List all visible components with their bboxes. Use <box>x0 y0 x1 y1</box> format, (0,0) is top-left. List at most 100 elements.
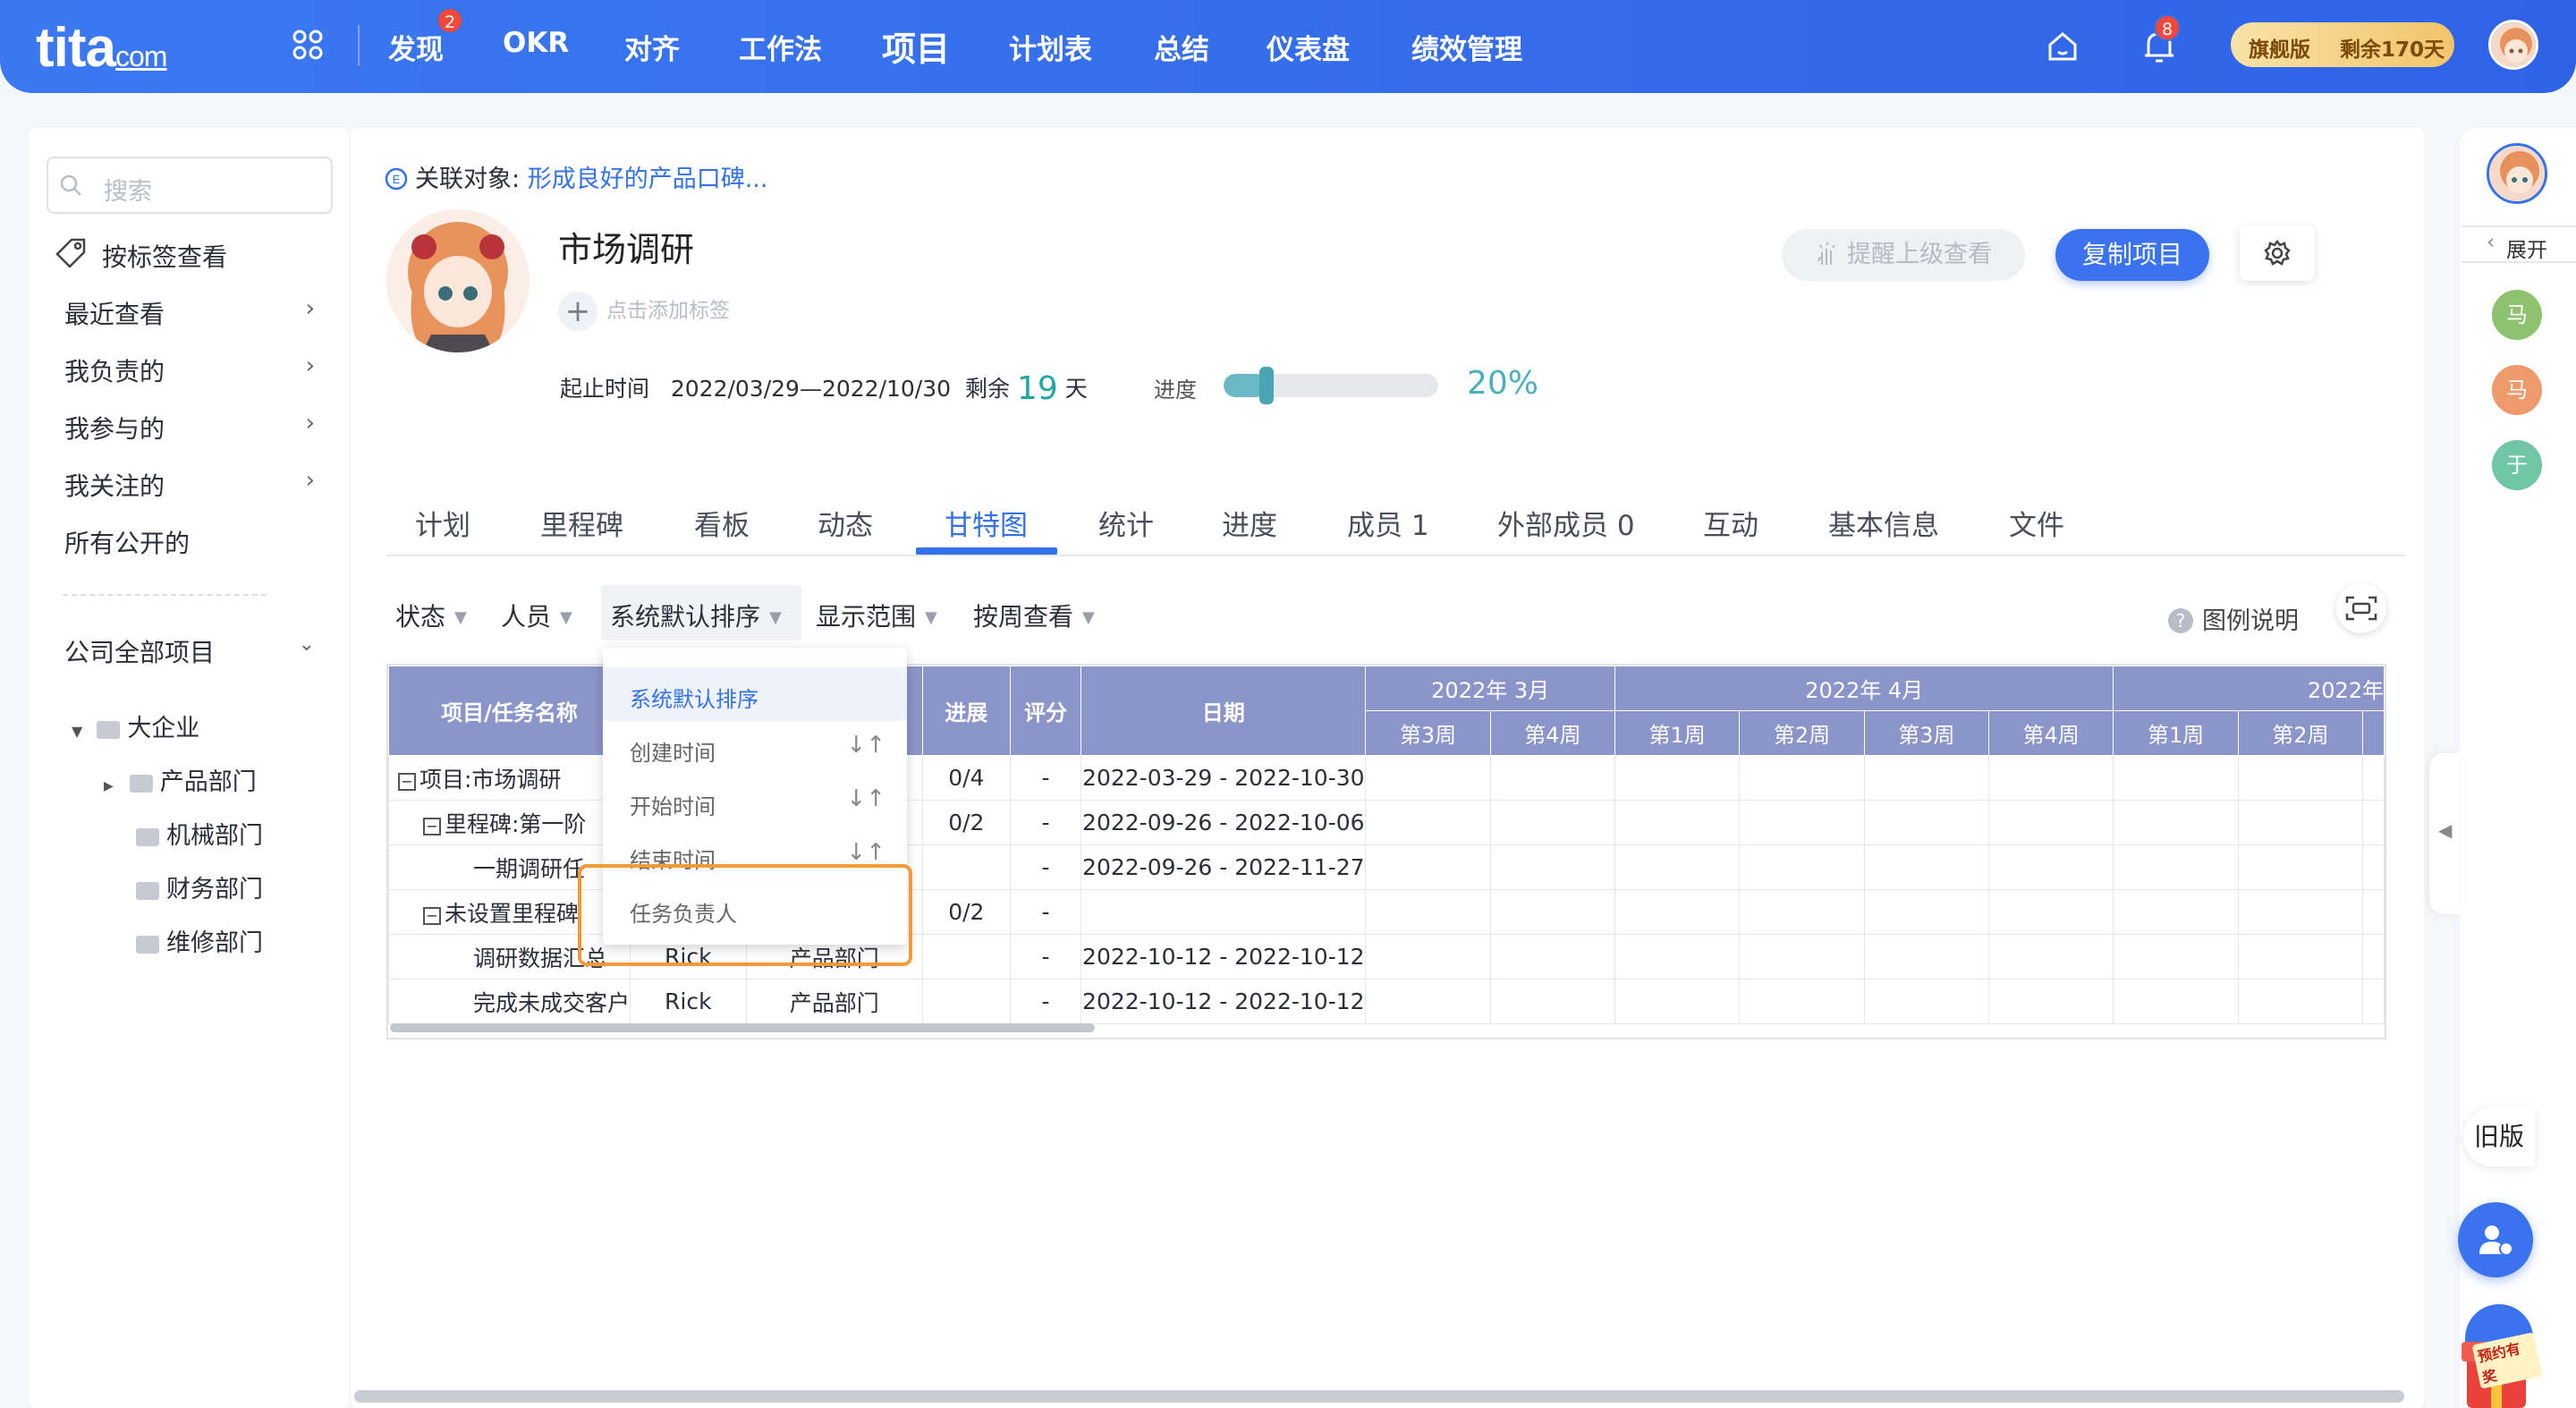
tab-members[interactable]: 成员 1 <box>1347 503 1429 543</box>
nav-performance[interactable]: 绩效管理 <box>1411 27 1522 67</box>
sidebar-item-mine[interactable]: 我负责的 › <box>64 352 315 388</box>
settings-button[interactable] <box>2240 225 2315 281</box>
tag-view-link[interactable]: 按标签查看 <box>102 238 227 274</box>
related-link[interactable]: 形成良好的产品口碑... <box>528 165 768 193</box>
sort-option-label: 系统默认排序 <box>630 687 758 712</box>
progress-cell <box>921 844 1011 890</box>
legend-help[interactable]: ? 图例说明 <box>2168 601 2299 636</box>
tab-milestone[interactable]: 里程碑 <box>540 503 623 543</box>
sidebar-item-label: 我关注的 <box>64 471 165 501</box>
progress-bar[interactable] <box>1224 374 1438 397</box>
old-version-button[interactable]: 旧版 <box>2463 1107 2535 1166</box>
copy-project-button[interactable]: 复制项目 <box>2055 229 2209 281</box>
task-name-cell[interactable]: − 项目:市场调研 <box>388 755 631 801</box>
sidebar-item-public[interactable]: 所有公开的 <box>64 524 190 560</box>
tree-root[interactable]: ▼ 大企业 <box>72 708 199 743</box>
sort-filter[interactable]: 系统默认排序 ▼ <box>610 598 782 633</box>
timeline-cell <box>2237 755 2364 801</box>
timeline-cell <box>1489 934 1616 980</box>
timeline-cell <box>1489 889 1616 935</box>
task-name-cell[interactable]: 完成未成交客户 <box>388 979 631 1024</box>
sort-option-created[interactable]: 创建时间 ↓↑ <box>603 721 907 775</box>
tree-item-machinery[interactable]: 机械部门 <box>136 816 263 851</box>
sidebar-item-participated[interactable]: 我参与的 › <box>64 410 315 445</box>
home-icon[interactable] <box>2045 29 2080 64</box>
remind-superior-button[interactable]: 提醒上级查看 <box>1782 229 2025 281</box>
sort-option-start[interactable]: 开始时间 ↓↑ <box>603 775 907 828</box>
tab-board[interactable]: 看板 <box>694 503 750 543</box>
sidebar-item-recent[interactable]: 最近查看 › <box>64 295 315 331</box>
user-avatar[interactable] <box>2488 20 2538 70</box>
timeline-cell <box>2362 844 2385 890</box>
sort-icon: ↓↑ <box>846 732 886 759</box>
objective-icon: E <box>385 167 408 191</box>
chevron-left-icon: ‹ <box>2487 231 2496 254</box>
sidebar-item-followed[interactable]: 我关注的 › <box>64 467 315 503</box>
tab-plan[interactable]: 计划 <box>415 503 470 543</box>
plan-badge[interactable]: 旗舰版 剩余170天 <box>2231 22 2454 67</box>
tab-basic-info[interactable]: 基本信息 <box>1828 503 1939 543</box>
tab-stats[interactable]: 统计 <box>1098 503 1154 543</box>
highlight-annotation <box>578 864 912 966</box>
people-filter[interactable]: 人员 ▼ <box>501 598 572 633</box>
nav-dashboard[interactable]: 仪表盘 <box>1267 27 1350 67</box>
collapse-icon[interactable]: − <box>423 817 441 835</box>
tab-activity[interactable]: 动态 <box>818 503 873 543</box>
table-horizontal-scrollbar[interactable] <box>390 1023 1095 1032</box>
nav-methods[interactable]: 工作法 <box>739 27 822 67</box>
member-avatar[interactable]: 马 <box>2492 290 2542 340</box>
chevron-right-icon: › <box>305 352 315 379</box>
search-input[interactable] <box>47 157 333 214</box>
sort-option-label: 创建时间 <box>630 741 716 766</box>
add-tag-button[interactable]: + 点击添加标签 <box>558 292 730 331</box>
tab-gantt[interactable]: 甘特图 <box>945 503 1028 543</box>
tree-item-repair[interactable]: 维修部门 <box>136 923 263 958</box>
tag-icon <box>55 238 86 268</box>
nav-align[interactable]: 对齐 <box>624 27 680 67</box>
caret-down-icon: ▼ <box>560 608 572 627</box>
tab-interaction[interactable]: 互动 <box>1703 503 1758 543</box>
range-filter[interactable]: 显示范围 ▼ <box>816 598 937 633</box>
member-avatar[interactable]: 于 <box>2492 440 2542 490</box>
tita-logo[interactable]: titacom <box>36 16 167 80</box>
status-filter-label: 状态 <box>395 602 446 632</box>
page-horizontal-scrollbar[interactable] <box>354 1390 2404 1403</box>
member-avatar[interactable]: 马 <box>2492 365 2542 415</box>
expand-panel-button[interactable]: ‹ 展开 <box>2462 225 2576 263</box>
apps-grid-icon[interactable] <box>292 29 324 61</box>
logo-text: tita <box>36 17 116 79</box>
dept-cell: 产品部门 <box>745 979 923 1024</box>
view-filter[interactable]: 按周查看 ▼ <box>973 598 1095 633</box>
remaining-days: 19 <box>1016 370 1058 407</box>
project-title: 市场调研 <box>558 230 695 269</box>
score-cell: - <box>1009 934 1082 980</box>
promo-gift-button[interactable]: 预约有奖 <box>2449 1299 2543 1408</box>
tree-item-finance[interactable]: 财务部门 <box>136 869 263 904</box>
panel-avatar[interactable] <box>2487 143 2547 204</box>
sort-option-default[interactable]: 系统默认排序 <box>603 667 907 721</box>
collapse-icon[interactable]: − <box>423 906 441 925</box>
nav-schedule[interactable]: 计划表 <box>1009 27 1092 67</box>
fullscreen-button[interactable] <box>2336 583 2386 633</box>
collapse-panel-tab[interactable]: ◀ <box>2429 753 2460 914</box>
collapse-icon[interactable]: − <box>398 772 416 791</box>
timeline-cell <box>2113 800 2239 845</box>
progress-handle[interactable] <box>1259 367 1274 404</box>
nav-discover[interactable]: 发现 <box>388 27 444 67</box>
nav-projects[interactable]: 项目 <box>882 21 950 71</box>
timeline-cell <box>2362 800 2385 845</box>
tab-files[interactable]: 文件 <box>2009 503 2064 543</box>
status-filter[interactable]: 状态 ▼ <box>395 598 467 633</box>
tab-progress[interactable]: 进度 <box>1222 503 1277 543</box>
task-name-cell[interactable]: − 里程碑:第一阶 <box>388 800 631 845</box>
nav-summary[interactable]: 总结 <box>1154 27 1209 67</box>
tree-item-product[interactable]: ▶ 产品部门 <box>104 762 257 797</box>
timeline-cell <box>1863 844 1990 890</box>
nav-okr[interactable]: OKR <box>503 27 569 59</box>
all-projects-dropdown[interactable]: 公司全部项目 ⌄ <box>64 633 315 669</box>
month-header: 2022年 3月 <box>1365 666 1616 711</box>
timeline-cell <box>2237 800 2364 845</box>
user-settings-fab[interactable] <box>2458 1202 2533 1277</box>
table-row[interactable]: 完成未成交客户 Rick 产品部门 -2022-10-12 - 2022-10-12 <box>388 979 2385 1024</box>
tab-external-members[interactable]: 外部成员 0 <box>1497 503 1635 543</box>
